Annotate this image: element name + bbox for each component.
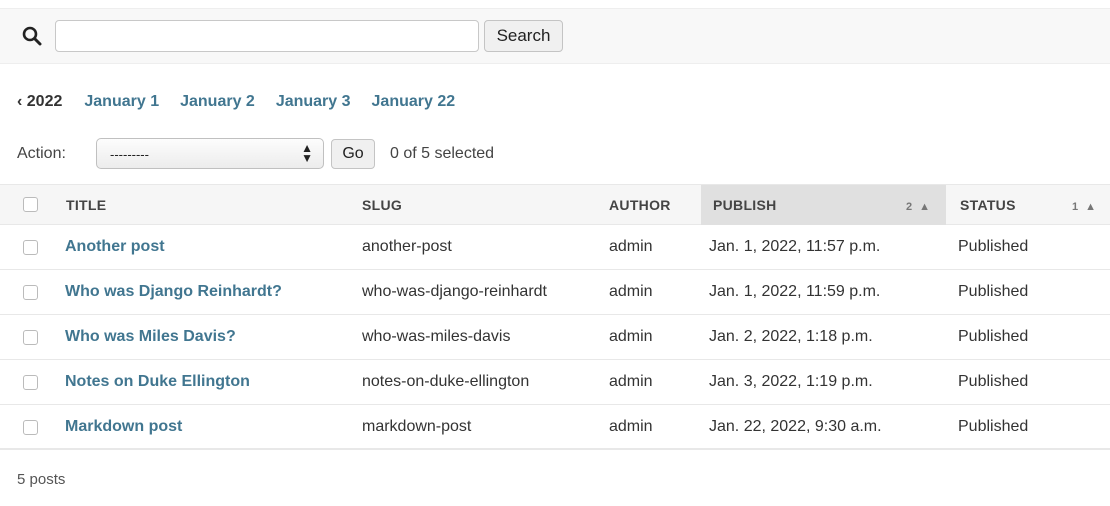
row-checkbox[interactable] — [23, 420, 38, 435]
go-button[interactable]: Go — [331, 139, 375, 169]
row-slug: notes-on-duke-ellington — [362, 373, 530, 390]
column-header-title[interactable]: TITLE — [66, 185, 106, 225]
sort-ascending-icon: ▲ — [919, 201, 931, 213]
row-author: admin — [609, 238, 653, 255]
row-slug: who-was-miles-davis — [362, 328, 511, 345]
row-checkbox[interactable] — [23, 240, 38, 255]
action-select[interactable]: --------- ▲ ▼ — [96, 138, 324, 169]
search-input[interactable] — [55, 20, 479, 52]
row-title-link[interactable]: Markdown post — [65, 418, 182, 435]
date-back-link[interactable]: ‹ 2022 — [17, 93, 62, 111]
row-status: Published — [958, 418, 1029, 435]
search-button[interactable]: Search — [484, 20, 563, 52]
table-row: Notes on Duke Ellington notes-on-duke-el… — [0, 360, 1110, 405]
column-header-slug[interactable]: SLUG — [362, 185, 402, 225]
table-row: Who was Miles Davis? who-was-miles-davis… — [0, 315, 1110, 360]
row-status: Published — [958, 373, 1029, 390]
action-select-value: --------- — [110, 147, 149, 162]
paginator: 5 posts — [17, 471, 66, 488]
select-arrows-icon: ▲ ▼ — [301, 141, 313, 165]
status-sort-info[interactable]: 1 ▲ — [1072, 185, 1096, 229]
row-slug: another-post — [362, 238, 452, 255]
row-author: admin — [609, 373, 653, 390]
row-author: admin — [609, 328, 653, 345]
column-header-publish-label: PUBLISH — [713, 197, 777, 213]
row-status: Published — [958, 238, 1029, 255]
row-title: Markdown post — [65, 405, 182, 449]
row-checkbox[interactable] — [23, 285, 38, 300]
table-header: TITLE SLUG AUTHOR PUBLISH 2 ▲ STATUS 1 ▲ — [0, 184, 1110, 225]
search-icon — [22, 26, 42, 46]
row-title: Notes on Duke Ellington — [65, 360, 250, 404]
table-row: Another post another-post admin Jan. 1, … — [0, 225, 1110, 270]
row-title-link[interactable]: Notes on Duke Ellington — [65, 373, 250, 390]
row-publish: Jan. 1, 2022, 11:59 p.m. — [709, 283, 881, 300]
selection-counter: 0 of 5 selected — [390, 145, 495, 162]
row-title: Another post — [65, 225, 165, 269]
results-table: TITLE SLUG AUTHOR PUBLISH 2 ▲ STATUS 1 ▲… — [0, 184, 1110, 450]
row-checkbox[interactable] — [23, 330, 38, 345]
row-title-link[interactable]: Who was Miles Davis? — [65, 328, 236, 345]
date-link-january-2[interactable]: January 2 — [180, 93, 255, 111]
column-header-status[interactable]: STATUS 1 ▲ — [946, 185, 1110, 225]
row-publish: Jan. 22, 2022, 9:30 a.m. — [709, 418, 882, 435]
actions-bar: Action: --------- ▲ ▼ Go 0 of 5 selected — [0, 134, 1110, 174]
row-title-link[interactable]: Who was Django Reinhardt? — [65, 283, 282, 300]
publish-sort-info[interactable]: 2 ▲ — [906, 185, 930, 229]
row-author: admin — [609, 418, 653, 435]
row-status: Published — [958, 328, 1029, 345]
column-header-publish[interactable]: PUBLISH 2 ▲ — [701, 185, 946, 225]
row-publish: Jan. 2, 2022, 1:18 p.m. — [709, 328, 873, 345]
column-header-author[interactable]: AUTHOR — [609, 185, 671, 225]
date-hierarchy: ‹ 2022 January 1 January 2 January 3 Jan… — [17, 93, 476, 113]
row-checkbox[interactable] — [23, 375, 38, 390]
row-publish: Jan. 1, 2022, 11:57 p.m. — [709, 238, 881, 255]
row-slug: who-was-django-reinhardt — [362, 283, 547, 300]
sort-ascending-icon: ▲ — [1085, 201, 1097, 213]
date-link-january-3[interactable]: January 3 — [276, 93, 351, 111]
date-link-january-22[interactable]: January 22 — [372, 93, 456, 111]
action-label: Action: — [17, 145, 66, 162]
row-title: Who was Miles Davis? — [65, 315, 236, 359]
row-publish: Jan. 3, 2022, 1:19 p.m. — [709, 373, 873, 390]
publish-sort-priority: 2 — [906, 201, 913, 213]
row-slug: markdown-post — [362, 418, 472, 435]
search-toolbar: Search — [0, 8, 1110, 64]
table-row: Who was Django Reinhardt? who-was-django… — [0, 270, 1110, 315]
date-link-january-1[interactable]: January 1 — [84, 93, 159, 111]
row-title-link[interactable]: Another post — [65, 238, 165, 255]
row-author: admin — [609, 283, 653, 300]
table-row: Markdown post markdown-post admin Jan. 2… — [0, 405, 1110, 450]
select-all-checkbox[interactable] — [23, 197, 38, 212]
column-header-status-label: STATUS — [960, 197, 1016, 213]
row-status: Published — [958, 283, 1029, 300]
status-sort-priority: 1 — [1072, 201, 1079, 213]
row-title: Who was Django Reinhardt? — [65, 270, 282, 314]
